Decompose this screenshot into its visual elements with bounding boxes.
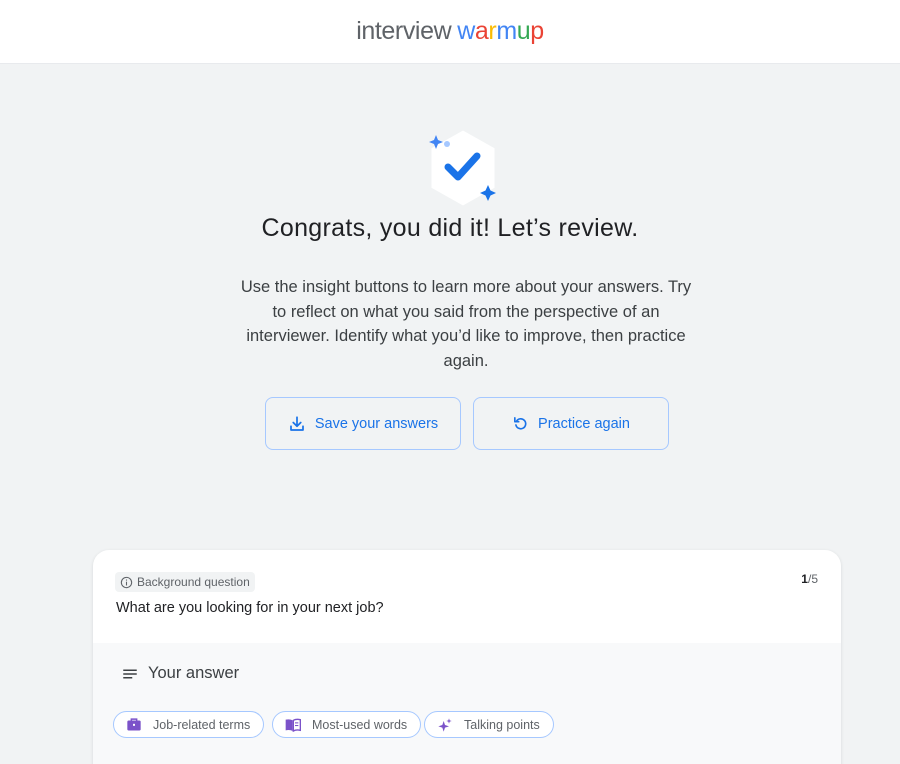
logo-word-interview: interview	[356, 17, 452, 45]
answer-heading-label: Your answer	[148, 664, 240, 682]
counter-total: /5	[807, 572, 818, 586]
answer-section: Your answer Job-related terms Most-used …	[93, 643, 841, 764]
download-icon	[289, 415, 304, 431]
chip-job-related-terms[interactable]: Job-related terms	[113, 711, 265, 738]
question-text: What are you looking for in your next jo…	[116, 600, 384, 616]
interview-warmup-logo[interactable]: interview warmup	[356, 17, 544, 46]
intro-text: Use the insight buttons to learn more ab…	[240, 278, 692, 370]
logo-word-warmup: warmup	[457, 17, 544, 46]
briefcase-icon	[127, 718, 141, 731]
logo-letter: w	[457, 17, 475, 45]
notes-icon	[123, 669, 137, 678]
chip-talking-points[interactable]: Talking points	[424, 711, 554, 738]
practice-again-label: Practice again	[538, 415, 630, 432]
practice-again-button[interactable]: Practice again	[473, 397, 669, 450]
sparkle-icon	[438, 717, 452, 732]
chip-label: Talking points	[464, 717, 540, 732]
question-card: Background question 1/5 What are you loo…	[93, 550, 841, 764]
save-answers-button[interactable]: Save your answers	[265, 397, 461, 450]
answer-heading: Your answer	[121, 664, 239, 683]
logo-letter: p	[530, 17, 544, 45]
book-icon	[285, 718, 301, 732]
chip-most-used-words[interactable]: Most-used words	[272, 711, 422, 738]
question-type-tag: Background question	[115, 572, 255, 592]
check-badge-icon	[429, 129, 496, 207]
logo-letter: m	[496, 17, 517, 45]
info-icon	[120, 576, 133, 588]
chip-label: Job-related terms	[153, 717, 251, 732]
logo-letter: a	[474, 17, 489, 45]
replay-icon	[514, 417, 527, 430]
save-answers-label: Save your answers	[314, 415, 439, 432]
counter-current: 1	[801, 572, 808, 586]
question-type-label: Background question	[137, 575, 250, 589]
logo-letter: u	[516, 17, 531, 45]
chip-label: Most-used words	[312, 717, 408, 732]
top-bar: interview warmup	[0, 0, 900, 64]
question-counter: 1/5	[801, 572, 818, 586]
page-title: Congrats, you did it! Let’s review.	[261, 214, 639, 242]
